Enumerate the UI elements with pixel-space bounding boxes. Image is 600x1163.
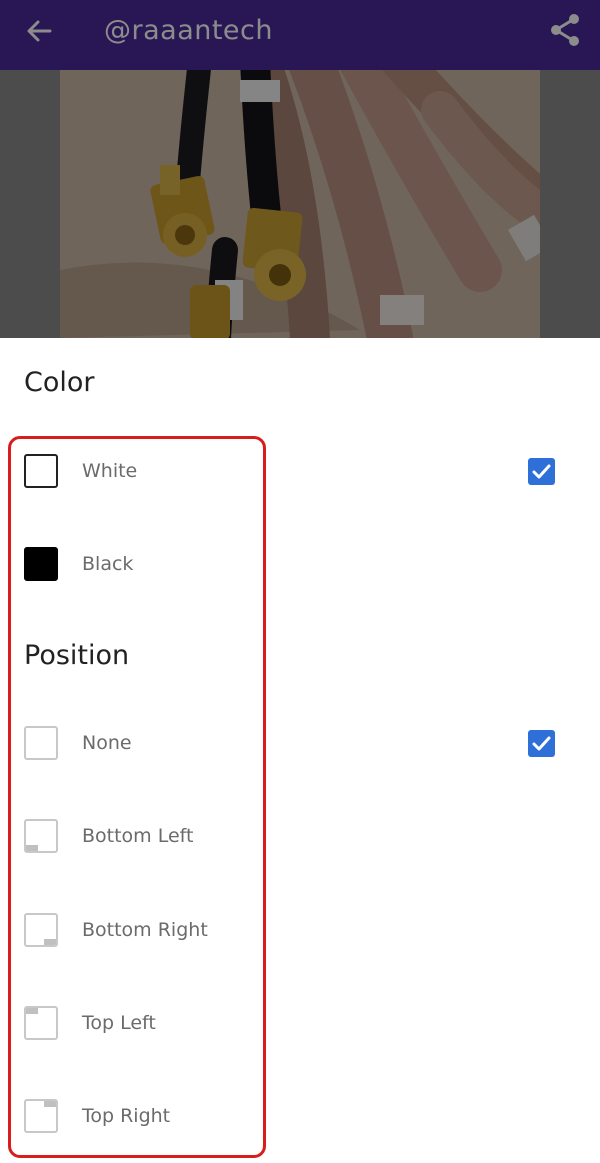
position-none-icon <box>24 726 58 760</box>
option-label: Bottom Left <box>82 825 194 847</box>
options-sheet: Color White Black Position None Bottom L… <box>0 338 600 1163</box>
white-swatch-icon <box>24 454 58 488</box>
option-label: Black <box>82 553 134 575</box>
position-section-title: Position <box>24 640 130 671</box>
color-option-white[interactable]: White <box>0 438 600 508</box>
color-option-black[interactable]: Black <box>0 531 600 601</box>
option-label: White <box>82 460 138 482</box>
position-option-none[interactable]: None <box>0 710 600 780</box>
position-top-left-icon <box>24 1006 58 1040</box>
checkbox-checked-icon[interactable] <box>528 730 555 757</box>
position-option-top-right[interactable]: Top Right <box>0 1083 600 1153</box>
position-option-bottom-left[interactable]: Bottom Left <box>0 803 600 873</box>
checkbox-checked-icon[interactable] <box>528 458 555 485</box>
option-label: Top Right <box>82 1105 171 1127</box>
position-top-right-icon <box>24 1099 58 1133</box>
option-label: Bottom Right <box>82 919 208 941</box>
option-label: Top Left <box>82 1012 156 1034</box>
position-bottom-right-icon <box>24 913 58 947</box>
position-option-bottom-right[interactable]: Bottom Right <box>0 897 600 967</box>
option-label: None <box>82 732 132 754</box>
black-swatch-icon <box>24 547 58 581</box>
position-option-top-left[interactable]: Top Left <box>0 990 600 1060</box>
position-bottom-left-icon <box>24 819 58 853</box>
dim-scrim[interactable] <box>0 0 600 338</box>
color-section-title: Color <box>24 367 95 398</box>
